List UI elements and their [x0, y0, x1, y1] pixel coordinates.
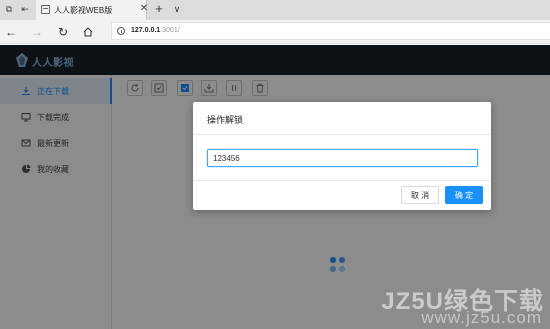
browser-tab[interactable]: 人人影视WEB版 ✕ — [36, 0, 150, 20]
address-bar[interactable]: 127.0.0.1:3001/ — [111, 22, 550, 40]
refresh-page-icon[interactable]: ↻ — [55, 24, 71, 40]
tab-title: 人人影视WEB版 — [54, 6, 113, 15]
dialog-divider — [193, 134, 491, 135]
tab-list-chevron-icon[interactable]: ∨ — [171, 2, 183, 16]
browser-tab-strip: ⧉ ⇤ 人人影视WEB版 ✕ + ∨ — [0, 0, 550, 20]
home-icon[interactable] — [80, 24, 96, 40]
new-tab-icon[interactable]: + — [153, 2, 165, 16]
cancel-button[interactable]: 取 消 — [401, 186, 439, 204]
browser-navigation-bar: ← → ↻ 127.0.0.1:3001/ — [0, 20, 550, 44]
close-tab-icon[interactable]: ✕ — [138, 3, 150, 15]
tab-actions-icon[interactable]: ⧉ — [3, 3, 15, 15]
unlock-dialog: 操作解锁 取 消 确 定 — [193, 102, 491, 210]
password-input[interactable] — [207, 149, 478, 167]
page-favicon-icon — [41, 5, 50, 14]
site-info-icon[interactable] — [117, 27, 125, 35]
forward-arrow-icon[interactable]: → — [29, 24, 45, 40]
dialog-divider — [193, 180, 491, 181]
set-aside-tabs-icon[interactable]: ⇤ — [19, 3, 31, 15]
watermark-url: www.jz5u.com — [421, 308, 542, 327]
confirm-button[interactable]: 确 定 — [445, 186, 483, 204]
back-arrow-icon[interactable]: ← — [3, 24, 19, 40]
url-text: 127.0.0.1:3001/ — [131, 27, 180, 34]
dialog-title: 操作解锁 — [207, 115, 244, 125]
